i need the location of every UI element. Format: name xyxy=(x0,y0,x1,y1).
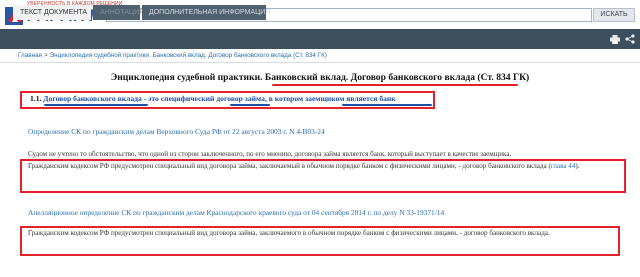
tab-additional-info[interactable]: ДОПОЛНИТЕЛЬНАЯ ИНФОРМАЦИЯ xyxy=(142,5,270,20)
ruling-link-1[interactable]: Определение СК по гражданским делам Верх… xyxy=(28,127,325,136)
ruling-link-2[interactable]: Апелляционное определение СК по гражданс… xyxy=(28,208,444,217)
tab-annotation[interactable]: АННОТАЦИЯ xyxy=(93,5,144,20)
ruling2-paragraph: Гражданским кодексом РФ предусмотрен спе… xyxy=(28,229,550,237)
breadcrumb-home[interactable]: Главная xyxy=(18,52,42,59)
divider xyxy=(0,62,640,63)
ruling1-paragraph-2: Гражданским кодексом РФ предусмотрен спе… xyxy=(28,162,618,172)
document-title: Энциклопедия судебной практики. Банковск… xyxy=(110,72,530,83)
annotation-underline-3 xyxy=(342,104,432,106)
chapter-44-link[interactable]: глава 44 xyxy=(551,162,576,170)
tab-bar xyxy=(0,29,640,49)
share-icon[interactable] xyxy=(625,34,635,44)
breadcrumb: Главная > Энциклопедия судебной практики. … xyxy=(18,52,327,59)
ruling1-paragraph-2-text: Гражданским кодексом РФ предусмотрен спе… xyxy=(28,162,551,170)
section-text[interactable]: Договор банковского вклада - это специфи… xyxy=(43,94,395,103)
ruling1-paragraph-2-end: ). xyxy=(575,162,580,170)
print-icon[interactable] xyxy=(610,35,620,44)
title-annotation-underline xyxy=(272,84,518,86)
search-button[interactable]: ИСКАТЬ xyxy=(593,8,635,22)
tab-document-text[interactable]: ТЕКСТ ДОКУМЕНТА xyxy=(13,5,91,20)
annotation-underline-1 xyxy=(44,104,148,106)
breadcrumb-separator: > xyxy=(43,52,48,59)
breadcrumb-current[interactable]: Энциклопедия судебной практики. Банковск… xyxy=(50,52,327,59)
section-number: 1.1. xyxy=(30,94,42,103)
section-heading[interactable]: 1.1. Договор банковского вклада - это сп… xyxy=(30,94,396,103)
annotation-underline-2 xyxy=(230,104,270,106)
